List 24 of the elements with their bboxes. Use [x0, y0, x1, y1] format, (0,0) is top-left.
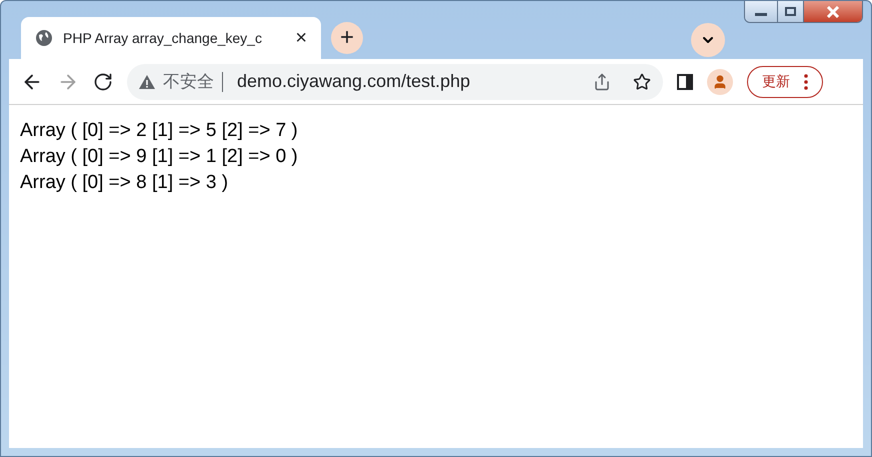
tab-close-button[interactable]: × — [295, 28, 307, 48]
close-icon — [826, 6, 840, 18]
star-icon[interactable] — [633, 72, 651, 90]
new-tab-button[interactable]: + — [331, 22, 363, 54]
output-line: Array ( [0] => 8 [1] => 3 ) — [20, 171, 230, 195]
maximize-button[interactable] — [778, 1, 804, 22]
warning-icon — [139, 74, 155, 88]
tab-title: PHP Array array_change_key_c — [63, 28, 263, 48]
browser-tab[interactable]: PHP Array array_change_key_c × — [21, 17, 321, 59]
output-line: Array ( [0] => 2 [1] => 5 [2] => 7 ) — [20, 119, 299, 143]
address-bar[interactable]: 不安全 demo.ciyawang.com/test.php — [127, 64, 663, 100]
side-panel-icon[interactable] — [677, 74, 693, 90]
url-text: demo.ciyawang.com/test.php — [237, 70, 472, 93]
update-button[interactable]: 更新 — [747, 66, 823, 98]
close-button[interactable] — [804, 1, 862, 22]
reload-icon[interactable] — [93, 72, 113, 92]
tab-search-button[interactable] — [691, 23, 725, 57]
security-label: 不安全 — [163, 70, 214, 93]
globe-icon — [35, 29, 53, 47]
profile-avatar[interactable] — [707, 68, 733, 94]
more-icon — [804, 74, 808, 90]
output-line: Array ( [0] => 9 [1] => 1 [2] => 0 ) — [20, 145, 299, 169]
share-icon[interactable] — [593, 72, 611, 90]
minimize-button[interactable] — [745, 1, 778, 22]
